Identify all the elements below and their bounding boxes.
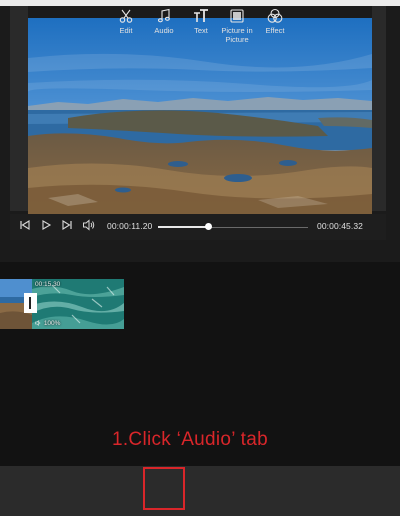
audio-tab-highlight	[143, 467, 185, 510]
tool-edit-label: Edit	[119, 26, 133, 35]
effect-icon	[267, 8, 283, 23]
text-icon	[194, 9, 208, 22]
tool-picture-in-picture[interactable]: Picture in Picture	[218, 8, 256, 44]
tool-text-label: Text	[194, 26, 208, 35]
playback-controls: 00:00:11.20 00:00:45.32	[10, 214, 386, 240]
clip-volume-label: 100%	[35, 320, 60, 327]
video-preview[interactable]	[28, 18, 372, 214]
bottom-toolbar	[0, 466, 400, 516]
clip-volume-value: 100%	[43, 320, 61, 327]
skip-to-end-icon[interactable]	[60, 219, 74, 235]
tool-audio-label: Audio	[154, 26, 174, 35]
music-note-icon	[157, 8, 170, 23]
volume-icon[interactable]	[81, 219, 95, 235]
instruction-text: 1.Click ‘Audio’ tab	[111, 429, 268, 450]
preview-left-margin	[10, 6, 28, 211]
tool-audio[interactable]: Audio	[151, 8, 177, 35]
current-time: 00:00:11.20	[107, 221, 153, 231]
scissors-icon	[119, 9, 133, 23]
tool-edit[interactable]: Edit	[116, 8, 136, 35]
clip-duration-label: 00:15.30	[35, 281, 61, 288]
tool-picture-in-picture-label: Picture in Picture	[221, 26, 253, 44]
seek-bar-thumb[interactable]	[204, 223, 212, 230]
landscape-image	[28, 18, 372, 214]
tool-text[interactable]: Text	[190, 8, 212, 35]
total-time: 00:00:45.32	[317, 221, 364, 231]
tool-effect[interactable]: Effect	[263, 8, 287, 35]
preview-right-margin	[372, 6, 386, 211]
skip-to-start-icon[interactable]	[18, 219, 32, 235]
trim-handle-grip	[29, 297, 31, 309]
tool-effect-label: Effect	[265, 26, 285, 35]
clip-volume-icon	[35, 320, 41, 326]
picture-in-picture-icon	[230, 9, 244, 23]
seek-bar-progress	[158, 226, 208, 228]
play-icon[interactable]	[39, 219, 53, 235]
